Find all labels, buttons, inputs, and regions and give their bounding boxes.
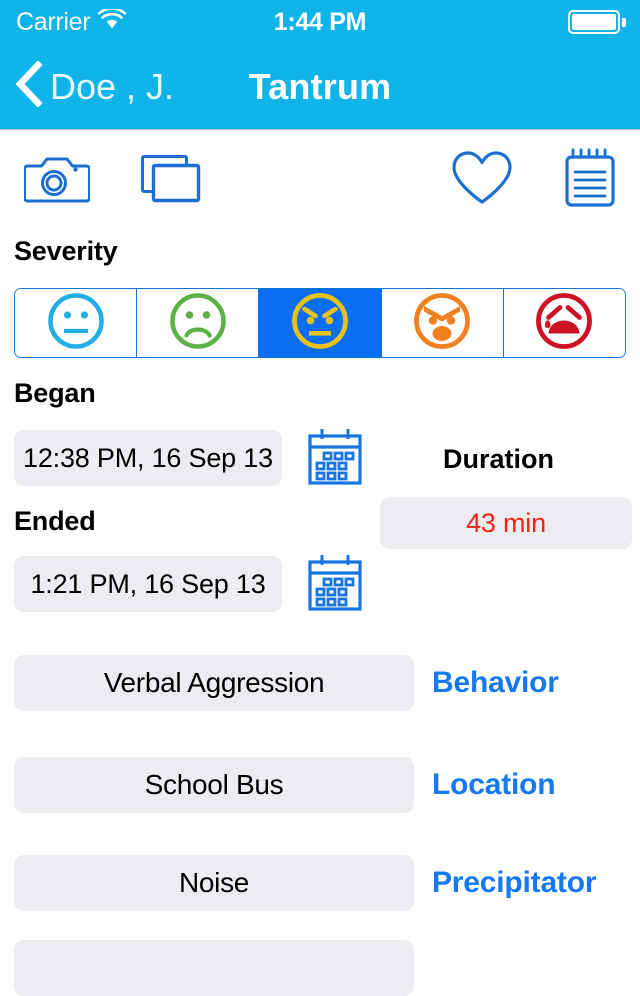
severity-option-4[interactable] (381, 289, 504, 357)
crying-face-icon (535, 292, 593, 355)
toolbar-left-group (23, 152, 202, 204)
very-angry-face-icon (413, 292, 471, 355)
location-row: School Bus Location (0, 757, 640, 813)
action-toolbar (0, 130, 640, 226)
heart-icon[interactable] (450, 150, 514, 206)
angry-face-icon (291, 292, 349, 355)
chevron-left-icon (14, 60, 44, 112)
ended-label: Ended (14, 506, 96, 536)
precipitator-label[interactable]: Precipitator (432, 866, 597, 900)
began-datetime-field[interactable]: 12:38 PM, 16 Sep 13 (14, 430, 282, 486)
location-value-field[interactable]: School Bus (14, 757, 414, 813)
behavior-label[interactable]: Behavior (432, 666, 559, 700)
severity-option-2[interactable] (137, 289, 260, 357)
precipitator-row: Noise Precipitator (0, 855, 640, 911)
back-button-label: Doe , J. (50, 65, 175, 107)
battery-full-icon (568, 10, 626, 34)
calendar-icon[interactable] (306, 553, 364, 611)
notepad-icon[interactable] (562, 148, 618, 208)
navigation-bar: Doe , J. Tantrum (0, 44, 640, 130)
ended-datetime-field[interactable]: 1:21 PM, 16 Sep 13 (14, 556, 282, 612)
next-row-partial (0, 940, 640, 996)
severity-label: Severity (14, 236, 118, 266)
behavior-value-field[interactable]: Verbal Aggression (14, 655, 414, 711)
precipitator-value-field[interactable]: Noise (14, 855, 414, 911)
camera-icon[interactable] (23, 152, 91, 204)
severity-option-1[interactable] (15, 289, 138, 357)
photo-stack-icon[interactable] (140, 152, 202, 204)
severity-selector (14, 288, 626, 358)
calendar-icon[interactable] (306, 427, 364, 485)
status-bar: Carrier 1:44 PM (0, 0, 640, 44)
next-value-field[interactable] (14, 940, 414, 996)
location-label[interactable]: Location (432, 768, 556, 802)
toolbar-right-group (450, 148, 618, 208)
neutral-face-icon (47, 292, 105, 355)
began-label: Began (14, 378, 96, 408)
severity-option-5[interactable] (503, 289, 625, 357)
duration-value: 43 min (380, 497, 632, 549)
duration-label: Duration (443, 444, 554, 474)
app-root: Carrier 1:44 PM Doe , J. Tantrum Severit… (0, 0, 640, 996)
sad-face-icon (169, 292, 227, 355)
behavior-row: Verbal Aggression Behavior (0, 655, 640, 711)
back-button[interactable]: Doe , J. (14, 60, 175, 112)
status-bar-clock: 1:44 PM (273, 7, 367, 36)
severity-option-3[interactable] (259, 289, 382, 357)
